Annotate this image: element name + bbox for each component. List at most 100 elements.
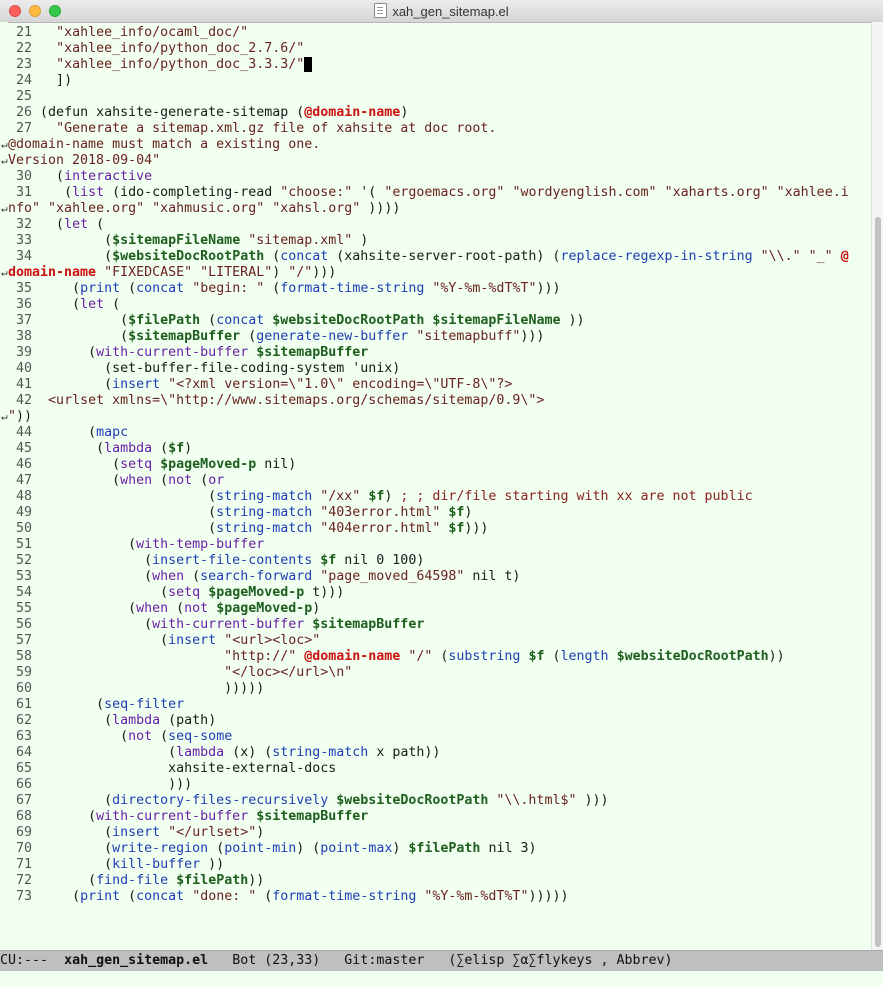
code-token: ( <box>40 345 97 360</box>
code-line[interactable]: 36 (let ( <box>8 297 871 313</box>
echo-area[interactable] <box>0 971 883 986</box>
code-line[interactable]: 58 "http://" @domain-name "/" (substring… <box>8 649 871 665</box>
code-line[interactable]: 35 (print (concat "begin: " (format-time… <box>8 281 871 297</box>
code-line[interactable]: 71 (kill-buffer )) <box>8 857 871 873</box>
code-line[interactable]: 41 (insert "<?xml version=\"1.0\" encodi… <box>8 377 871 393</box>
major-minor-modes[interactable]: (∑elisp ∑α∑flykeys , Abbrev) <box>448 953 672 968</box>
code-line[interactable]: 52 (insert-file-contents $f nil 0 100) <box>8 553 871 569</box>
continuation-arrow-icon: ↵ <box>1 266 8 279</box>
code-line[interactable]: Version 2018-09-04" <box>8 153 871 169</box>
code-line[interactable]: 56 (with-current-buffer $sitemapBuffer <box>8 617 871 633</box>
code-line[interactable]: 65 xahsite-external-docs <box>8 761 871 777</box>
code-token: ( <box>40 473 121 488</box>
code-line[interactable]: 37 ($filePath (concat $websiteDocRootPat… <box>8 313 871 329</box>
code-token: ( <box>40 249 113 264</box>
code-line[interactable]: 33 ($sitemapFileName "sitemap.xml" ) <box>8 233 871 249</box>
code-token: ( <box>40 329 129 344</box>
code-token: "%Y-%m-%dT%T" <box>432 281 537 296</box>
code-line[interactable]: 46 (setq $pageMoved-p nil) <box>8 457 871 473</box>
code-token: "_" <box>808 249 833 264</box>
code-token: when <box>152 569 185 584</box>
code-line[interactable]: 59 "</loc></url>\n" <box>8 665 871 681</box>
code-line[interactable]: 67 (directory-files-recursively $website… <box>8 793 871 809</box>
code-line[interactable]: domain-name "FIXEDCASE" "LITERAL") "/"))… <box>8 265 871 281</box>
code-line[interactable]: 63 (not (seq-some <box>8 729 871 745</box>
code-line[interactable]: 38 ($sitemapBuffer (generate-new-buffer … <box>8 329 871 345</box>
code-token: ( <box>40 697 105 712</box>
code-line[interactable]: 55 (when (not $pageMoved-p) <box>8 601 871 617</box>
code-line[interactable]: 24 ]) <box>8 73 871 89</box>
code-token: generate-new-buffer <box>256 329 409 344</box>
code-line[interactable]: ")) <box>8 409 871 425</box>
code-token: '( <box>352 185 385 200</box>
code-line[interactable]: 32 (let ( <box>8 217 871 233</box>
code-token: $pageMoved-p <box>216 601 313 616</box>
code-line[interactable]: nfo" "xahlee.org" "xahmusic.org" "xahsl.… <box>8 201 871 217</box>
code-line[interactable]: 45 (lambda ($f) <box>8 441 871 457</box>
vc-branch[interactable]: Git:master <box>344 953 424 968</box>
code-line[interactable]: 47 (when (not (or <box>8 473 871 489</box>
code-token: $sitemapFileName <box>112 233 241 248</box>
code-token: $f <box>168 441 185 456</box>
code-token: concat <box>136 281 185 296</box>
code-token: "</urlset>" <box>168 825 257 840</box>
code-token: ))) <box>464 521 489 536</box>
code-buffer[interactable]: 21 "xahlee_info/ocaml_doc/" 22 "xahlee_i… <box>8 25 871 905</box>
code-line[interactable]: 40 (set-buffer-file-coding-system 'unix) <box>8 361 871 377</box>
code-line[interactable]: 42 <urlset xmlns=\"http://www.sitemaps.o… <box>8 393 871 409</box>
code-token: "ergoemacs.org" <box>384 185 505 200</box>
code-line[interactable]: 69 (insert "</urlset>") <box>8 825 871 841</box>
code-line[interactable]: 48 (string-match "/xx" $f) ; ; dir/file … <box>8 489 871 505</box>
code-token: ) <box>464 505 473 520</box>
code-token: nil 3) <box>480 841 537 856</box>
code-line[interactable]: 64 (lambda (x) (string-match x path)) <box>8 745 871 761</box>
code-line[interactable]: 21 "xahlee_info/ocaml_doc/" <box>8 25 871 41</box>
code-line[interactable]: 68 (with-current-buffer $sitemapBuffer <box>8 809 871 825</box>
code-line[interactable]: 61 (seq-filter <box>8 697 871 713</box>
code-line[interactable]: 30 (interactive <box>8 169 871 185</box>
line-number: 48 <box>16 489 33 504</box>
buffer-name[interactable]: xah_gen_sitemap.el <box>64 953 208 968</box>
code-line[interactable]: 31 (list (ido-completing-read "choose:" … <box>8 185 871 201</box>
code-token: "<url><loc>" <box>224 633 321 648</box>
vertical-scrollbar[interactable] <box>871 22 883 950</box>
code-line[interactable]: 60 ))))) <box>8 681 871 697</box>
code-token: string-match <box>272 745 369 760</box>
code-token: @domain-name <box>304 105 401 120</box>
code-line[interactable]: 66 ))) <box>8 777 871 793</box>
code-line[interactable]: 34 ($websiteDocRootPath (concat (xahsite… <box>8 249 871 265</box>
code-token: "xahsl.org" <box>272 201 361 216</box>
line-number: 61 <box>16 697 33 712</box>
code-token: ( <box>40 553 153 568</box>
code-line[interactable]: 54 (setq $pageMoved-p t))) <box>8 585 871 601</box>
code-token: $filePath <box>128 313 201 328</box>
line-number: 71 <box>16 857 33 872</box>
code-line[interactable]: 23 "xahlee_info/python_doc_3.3.3/" <box>8 57 871 73</box>
code-line[interactable]: 44 (mapc <box>8 425 871 441</box>
code-line[interactable]: 25 <box>8 89 871 105</box>
code-line[interactable]: @domain-name must match a existing one. <box>8 137 871 153</box>
code-token: or <box>208 473 225 488</box>
code-token: ( <box>40 425 97 440</box>
code-line[interactable]: 27 "Generate a sitemap.xml.gz file of xa… <box>8 121 871 137</box>
code-line[interactable]: 62 (lambda (path) <box>8 713 871 729</box>
scrollbar-thumb[interactable] <box>875 217 881 947</box>
code-line[interactable]: 70 (write-region (point-min) (point-max)… <box>8 841 871 857</box>
editor-area[interactable]: ↵ ↵ ↵ ↵ ↵ 21 "xahlee_info/ocaml_doc/" 22 "xa… <box>0 22 871 950</box>
code-line[interactable]: 51 (with-temp-buffer <box>8 537 871 553</box>
code-line[interactable]: 72 (find-file $filePath)) <box>8 873 871 889</box>
code-line[interactable]: 39 (with-current-buffer $sitemapBuffer <box>8 345 871 361</box>
code-line[interactable]: 57 (insert "<url><loc>" <box>8 633 871 649</box>
code-token: nfo" <box>8 201 41 216</box>
code-token: seq-some <box>168 729 233 744</box>
code-line[interactable]: 26 (defun xahsite-generate-sitemap (@dom… <box>8 105 871 121</box>
code-token: ( <box>40 377 113 392</box>
code-line[interactable]: 53 (when (search-forward "page_moved_645… <box>8 569 871 585</box>
code-line[interactable]: 49 (string-match "403error.html" $f) <box>8 505 871 521</box>
code-line[interactable]: 22 "xahlee_info/python_doc_2.7.6/" <box>8 41 871 57</box>
code-line[interactable]: 50 (string-match "404error.html" $f))) <box>8 521 871 537</box>
code-line[interactable]: 73 (print (concat "done: " (format-time-… <box>8 889 871 905</box>
